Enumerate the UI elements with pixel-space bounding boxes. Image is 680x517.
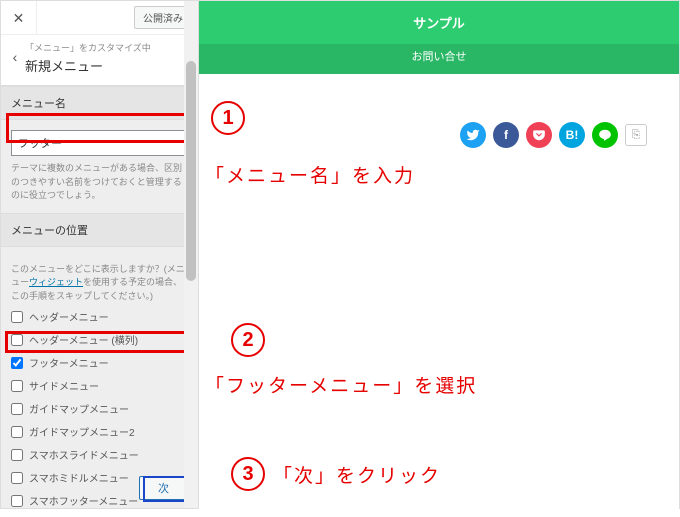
preview-pane: サンプル お問い合せ f B! ⎘ 1 「メニュー名」を入力 2 「フッターメニ… bbox=[199, 1, 679, 508]
menu-name-input[interactable] bbox=[11, 130, 188, 156]
annotation-3: 3 「次」をクリック bbox=[231, 457, 441, 491]
sidebar-scrollbar[interactable] bbox=[184, 1, 198, 508]
customizer-sidebar: ✕ 公開済み ‹ 「メニュー」をカスタマイズ中 新規メニュー メニュー名 テーマ… bbox=[1, 1, 199, 508]
location-checkbox-4[interactable] bbox=[11, 403, 23, 415]
preview-title: サンプル bbox=[199, 1, 679, 44]
next-button[interactable]: 次 bbox=[139, 476, 188, 500]
location-item-5[interactable]: ガイドマップメニュー2 bbox=[11, 420, 188, 443]
location-checkbox-7[interactable] bbox=[11, 472, 23, 484]
facebook-icon[interactable]: f bbox=[493, 122, 519, 148]
preview-subtitle[interactable]: お問い合せ bbox=[199, 44, 679, 74]
location-item-3[interactable]: サイドメニュー bbox=[11, 374, 188, 397]
location-label: ガイドマップメニュー bbox=[29, 401, 129, 416]
location-checkbox-1[interactable] bbox=[11, 334, 23, 346]
breadcrumb-context: 「メニュー」をカスタマイズ中 bbox=[25, 41, 190, 54]
annotation-number-2: 2 bbox=[231, 323, 265, 357]
location-checkbox-6[interactable] bbox=[11, 449, 23, 461]
location-item-2[interactable]: フッターメニュー bbox=[11, 351, 188, 374]
back-icon[interactable]: ‹ bbox=[5, 41, 25, 65]
breadcrumb: 「メニュー」をカスタマイズ中 新規メニュー bbox=[25, 41, 190, 75]
location-label: スマホスライドメニュー bbox=[29, 447, 139, 462]
annotation-1-text: 「メニュー名」を入力 bbox=[205, 161, 415, 188]
menu-location-help: このメニューをどこに表示しますか？(メニューウィジェットを使用する予定の場合、こ… bbox=[11, 263, 188, 304]
close-icon[interactable]: ✕ bbox=[1, 1, 37, 34]
location-label: フッターメニュー bbox=[29, 355, 109, 370]
annotation-number-1: 1 bbox=[211, 101, 245, 135]
preview-header: サンプル お問い合せ bbox=[199, 1, 679, 74]
location-label: スマホミドルメニュー bbox=[29, 470, 129, 485]
location-checkbox-2[interactable] bbox=[11, 357, 23, 369]
section-menu-location-label: メニューの位置 bbox=[1, 213, 198, 247]
copy-icon[interactable]: ⎘ bbox=[625, 124, 647, 146]
location-item-4[interactable]: ガイドマップメニュー bbox=[11, 397, 188, 420]
section-menu-name-label: メニュー名 bbox=[1, 86, 198, 120]
annotation-number-3: 3 bbox=[231, 457, 265, 491]
preview-body: f B! ⎘ bbox=[199, 74, 679, 517]
sidebar-header: ✕ 公開済み ‹ 「メニュー」をカスタマイズ中 新規メニュー bbox=[1, 1, 198, 86]
scrollbar-thumb[interactable] bbox=[186, 61, 196, 281]
annotation-2: 2 bbox=[231, 323, 265, 357]
location-label: ガイドマップメニュー2 bbox=[29, 424, 135, 439]
location-checkbox-8[interactable] bbox=[11, 495, 23, 507]
widget-link[interactable]: ウィジェット bbox=[29, 277, 83, 287]
location-label: ヘッダーメニュー (横列) bbox=[29, 332, 138, 347]
location-item-0[interactable]: ヘッダーメニュー bbox=[11, 305, 188, 328]
annotation-1: 1 bbox=[211, 101, 245, 135]
pocket-icon[interactable] bbox=[526, 122, 552, 148]
line-icon[interactable] bbox=[592, 122, 618, 148]
location-checkbox-3[interactable] bbox=[11, 380, 23, 392]
screen: ✕ 公開済み ‹ 「メニュー」をカスタマイズ中 新規メニュー メニュー名 テーマ… bbox=[0, 0, 680, 509]
social-buttons: f B! ⎘ bbox=[460, 122, 647, 148]
hatena-icon[interactable]: B! bbox=[559, 122, 585, 148]
menu-name-help: テーマに複数のメニューがある場合、区別のつきやすい名前をつけておくと管理するのに… bbox=[11, 162, 188, 203]
location-label: ヘッダーメニュー bbox=[29, 309, 109, 324]
annotation-2-text: 「フッターメニュー」を選択 bbox=[205, 371, 477, 398]
location-item-1[interactable]: ヘッダーメニュー (横列) bbox=[11, 328, 188, 351]
location-checkbox-0[interactable] bbox=[11, 311, 23, 323]
location-label: サイドメニュー bbox=[29, 378, 99, 393]
location-label: スマホフッターメニュー bbox=[29, 493, 138, 508]
twitter-icon[interactable] bbox=[460, 122, 486, 148]
location-checkbox-5[interactable] bbox=[11, 426, 23, 438]
location-item-6[interactable]: スマホスライドメニュー bbox=[11, 443, 188, 466]
page-title: 新規メニュー bbox=[25, 56, 190, 75]
